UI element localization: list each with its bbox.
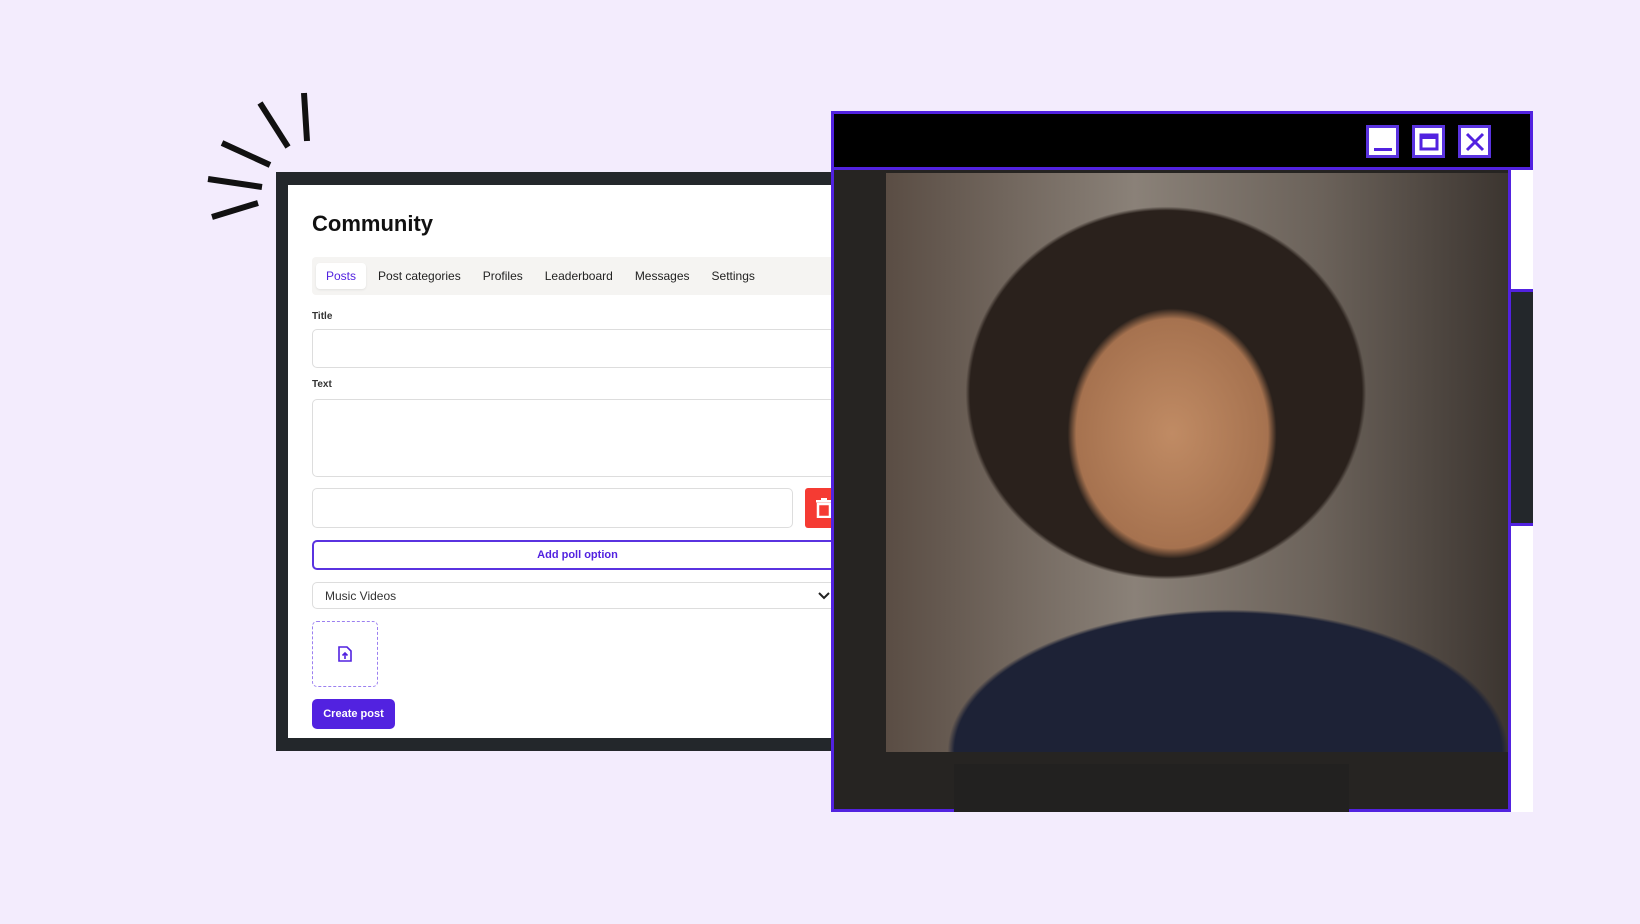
text-textarea[interactable]: [312, 399, 843, 477]
tab-post-categories[interactable]: Post categories: [368, 263, 471, 289]
community-panel: Community Posts Post categories Profiles…: [276, 172, 883, 751]
window-titlebar: [834, 114, 1530, 170]
create-post-button[interactable]: Create post: [312, 699, 395, 729]
minimize-button[interactable]: [1366, 125, 1399, 158]
video-caption-area: [954, 764, 1349, 812]
scrollbar-thumb[interactable]: [1511, 289, 1533, 526]
tab-leaderboard[interactable]: Leaderboard: [535, 263, 623, 289]
title-input[interactable]: [312, 329, 843, 368]
category-select[interactable]: Music Videos: [312, 582, 843, 609]
minimize-icon: [1373, 147, 1392, 151]
file-upload-icon: [338, 646, 352, 662]
community-form-container: Community Posts Post categories Profiles…: [288, 185, 871, 738]
trash-icon: [816, 498, 832, 518]
video-frame-image: [886, 173, 1508, 752]
tab-messages[interactable]: Messages: [625, 263, 700, 289]
tab-profiles[interactable]: Profiles: [473, 263, 533, 289]
maximize-icon: [1419, 133, 1438, 150]
title-label: Title: [312, 311, 333, 322]
add-poll-option-button[interactable]: Add poll option: [312, 540, 843, 570]
scrollbar[interactable]: [1508, 170, 1533, 812]
video-window: [831, 111, 1533, 812]
poll-option-input[interactable]: [312, 488, 793, 528]
close-button[interactable]: [1458, 125, 1491, 158]
page-title: Community: [312, 211, 433, 236]
tab-bar: Posts Post categories Profiles Leaderboa…: [312, 257, 871, 295]
tab-settings[interactable]: Settings: [702, 263, 765, 289]
file-upload-dropzone[interactable]: [312, 621, 378, 687]
category-selected-value: Music Videos: [325, 588, 397, 603]
maximize-button[interactable]: [1412, 125, 1445, 158]
chevron-down-icon: [818, 591, 830, 599]
tab-posts[interactable]: Posts: [316, 263, 367, 289]
text-label: Text: [312, 379, 332, 390]
close-icon: [1465, 132, 1484, 151]
